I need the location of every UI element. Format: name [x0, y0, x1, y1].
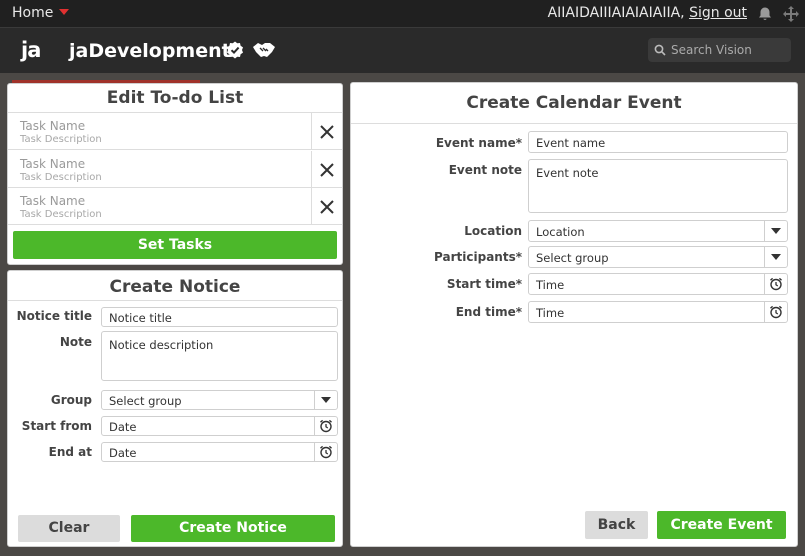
- create-notice-button[interactable]: Create Notice: [131, 515, 335, 542]
- task-description[interactable]: Task Description: [20, 172, 102, 183]
- close-icon: [320, 124, 334, 139]
- end-time-label: End time*: [455, 305, 522, 319]
- group-dropdown-button[interactable]: [314, 391, 337, 409]
- move-icon[interactable]: [782, 5, 800, 23]
- task-description[interactable]: Task Description: [20, 134, 102, 145]
- home-label: Home: [12, 5, 54, 21]
- start-date-field[interactable]: Date: [101, 416, 338, 436]
- group-select[interactable]: Select group: [101, 390, 338, 410]
- task-row[interactable]: Task Name Task Description: [8, 151, 342, 188]
- create-event-panel: Create Calendar Event Event name* Event …: [350, 82, 798, 547]
- start-time-field[interactable]: Time: [528, 273, 788, 295]
- event-note-placeholder: Event note: [536, 166, 599, 180]
- end-time-placeholder: Time: [536, 306, 565, 320]
- end-date-field[interactable]: Date: [101, 442, 338, 462]
- search-input[interactable]: [671, 41, 787, 59]
- location-select[interactable]: Location: [528, 220, 788, 242]
- task-description[interactable]: Task Description: [20, 209, 102, 220]
- note-label: Note: [59, 335, 92, 349]
- clear-button[interactable]: Clear: [18, 515, 120, 542]
- end-time-field[interactable]: Time: [528, 301, 788, 323]
- bell-icon[interactable]: [757, 6, 773, 22]
- notice-description-placeholder: Notice description: [109, 338, 214, 352]
- remove-task-button[interactable]: [311, 113, 342, 150]
- remove-task-button[interactable]: [311, 151, 342, 188]
- sign-out-link[interactable]: Sign out: [689, 5, 747, 21]
- close-icon: [320, 162, 334, 177]
- task-name[interactable]: Task Name: [20, 119, 85, 133]
- set-tasks-button[interactable]: Set Tasks: [13, 231, 337, 259]
- alarm-clock-icon: [770, 277, 782, 291]
- notice-title-field[interactable]: Notice title: [101, 307, 338, 327]
- participants-label: Participants*: [434, 250, 522, 264]
- chevron-down-icon: [321, 397, 331, 403]
- start-date-placeholder: Date: [109, 420, 137, 434]
- home-menu[interactable]: Home: [12, 5, 70, 21]
- event-panel-title: Create Calendar Event: [351, 83, 797, 124]
- handshake-icon: [253, 43, 275, 57]
- create-notice-panel: Create Notice Notice title Notice title …: [7, 270, 343, 547]
- create-event-button[interactable]: Create Event: [657, 511, 786, 539]
- group-select-value: Select group: [109, 394, 182, 408]
- task-name[interactable]: Task Name: [20, 194, 85, 208]
- top-bar: Home AIIAIDAIIIAIAIAIAIIA, Sign out: [0, 0, 805, 27]
- event-note-label: Event note: [448, 163, 522, 177]
- start-from-label: Start from: [21, 419, 92, 433]
- start-time-label: Start time*: [446, 277, 522, 291]
- task-row[interactable]: Task Name Task Description: [8, 113, 342, 150]
- end-at-label: End at: [48, 445, 92, 459]
- app-logo[interactable]: ja: [21, 38, 41, 62]
- participants-dropdown-button[interactable]: [764, 247, 787, 267]
- start-time-picker-button[interactable]: [764, 274, 787, 294]
- chevron-down-icon: [771, 228, 781, 234]
- event-name-label: Event name*: [435, 136, 522, 150]
- notice-title-placeholder: Notice title: [109, 311, 172, 325]
- back-button[interactable]: Back: [585, 511, 648, 539]
- start-time-placeholder: Time: [536, 278, 565, 292]
- location-dropdown-button[interactable]: [764, 221, 787, 241]
- search-box[interactable]: [648, 38, 791, 62]
- event-name-field[interactable]: Event name: [528, 131, 788, 153]
- location-label: Location: [464, 224, 522, 238]
- close-icon: [320, 199, 334, 214]
- notice-title-label: Notice title: [16, 309, 92, 323]
- end-time-picker-button[interactable]: [764, 302, 787, 322]
- participants-select-value: Select group: [536, 251, 609, 265]
- verified-badge-icon: [227, 41, 243, 59]
- caret-down-icon: [59, 9, 70, 15]
- edit-todo-panel: Edit To-do List Task Name Task Descripti…: [7, 83, 343, 265]
- task-name[interactable]: Task Name: [20, 157, 85, 171]
- event-note-field[interactable]: Event note: [528, 159, 788, 213]
- event-name-placeholder: Event name: [536, 136, 606, 150]
- todo-panel-title: Edit To-do List: [8, 84, 342, 113]
- user-info: AIIAIDAIIIAIAIAIAIIA, Sign out: [548, 5, 747, 21]
- app-name: jaDevelopment: [69, 40, 231, 62]
- app-bar: ja jaDevelopment: [0, 27, 805, 73]
- group-label: Group: [50, 393, 92, 407]
- task-row[interactable]: Task Name Task Description: [8, 188, 342, 225]
- location-select-value: Location: [536, 225, 585, 239]
- end-date-placeholder: Date: [109, 446, 137, 460]
- notice-panel-title: Create Notice: [8, 271, 342, 301]
- notice-description-field[interactable]: Notice description: [101, 331, 338, 381]
- remove-task-button[interactable]: [311, 188, 342, 225]
- end-date-picker-button[interactable]: [314, 443, 337, 461]
- alarm-clock-icon: [770, 305, 782, 319]
- start-date-picker-button[interactable]: [314, 417, 337, 435]
- search-icon: [654, 44, 666, 56]
- user-name: AIIAIDAIIIAIAIAIAIIA,: [547, 5, 685, 21]
- alarm-clock-icon: [320, 419, 332, 433]
- chevron-down-icon: [771, 254, 781, 260]
- alarm-clock-icon: [320, 445, 332, 459]
- participants-select[interactable]: Select group: [528, 246, 788, 268]
